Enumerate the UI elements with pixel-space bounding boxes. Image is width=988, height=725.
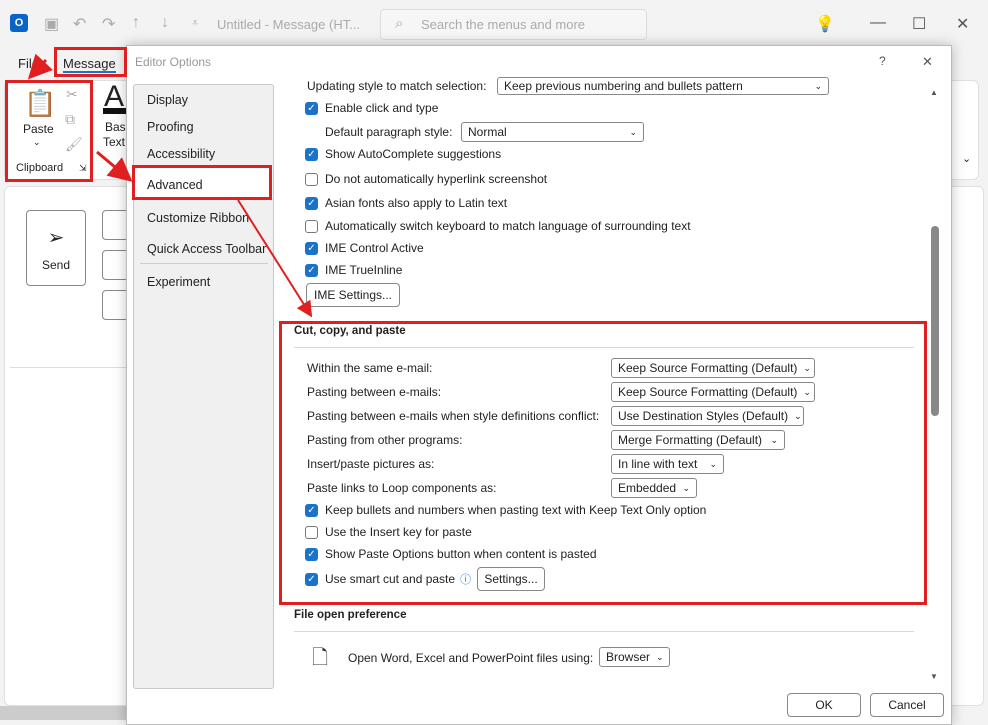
arrow [237,199,313,318]
arrow [27,53,54,80]
arrow [96,150,133,182]
annotation-arrows [27,53,313,318]
